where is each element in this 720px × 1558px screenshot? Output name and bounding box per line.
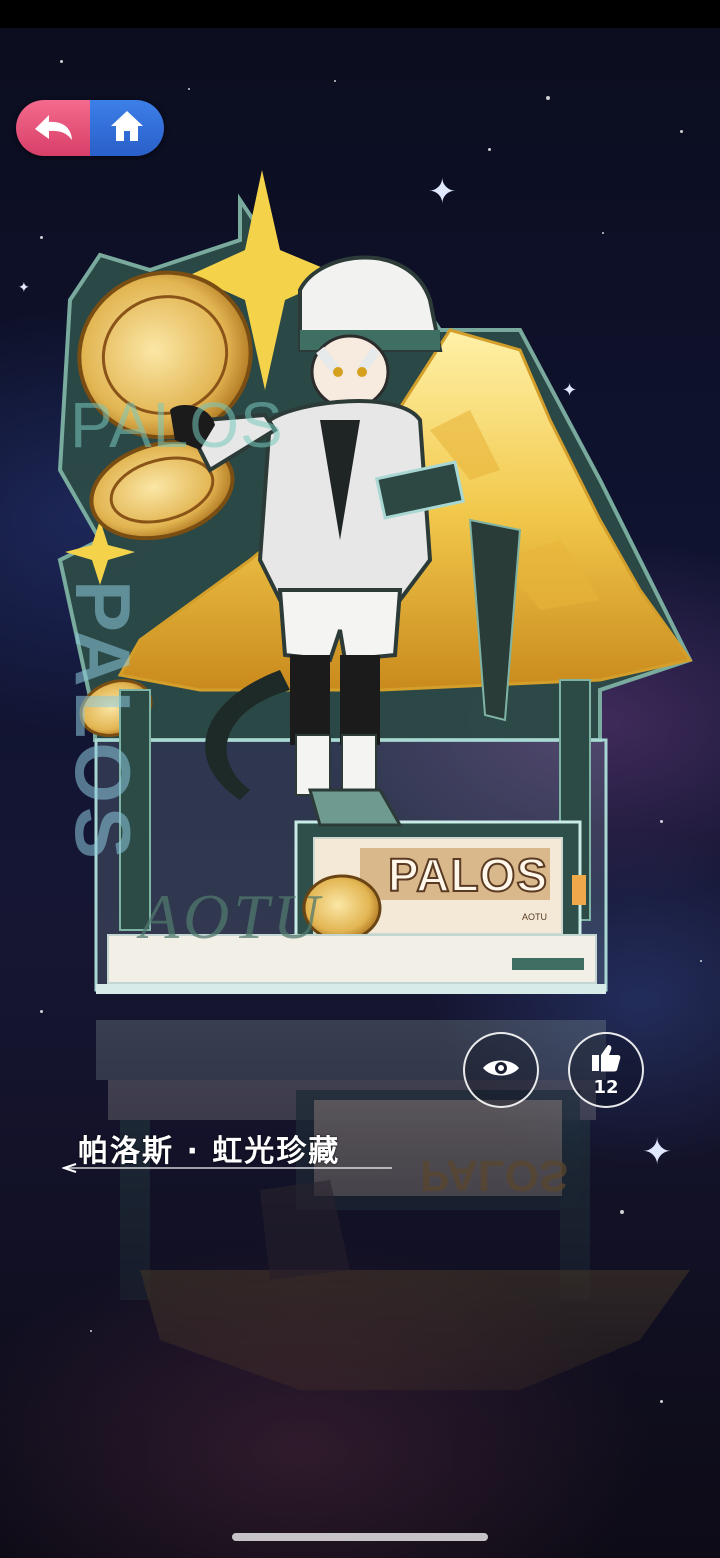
nameplate-text: PALOS: [387, 848, 549, 902]
back-button[interactable]: [16, 100, 90, 156]
app-screen: ✦ ✦ ✦ ✦ PALOS PALOS AOTU PALOS AOTU PALO…: [0, 0, 720, 1558]
home-icon: [109, 109, 145, 147]
like-count: 12: [593, 1077, 619, 1098]
view-button[interactable]: [463, 1032, 539, 1108]
item-title-block: 帕洛斯 · 虹光珍藏: [62, 1122, 402, 1173]
title-underline: [62, 1163, 392, 1173]
brand-vertical-text: PALOS: [59, 580, 147, 863]
nameplate-subtext: AOTU: [522, 912, 548, 922]
eye-icon: [481, 1056, 521, 1084]
brand-faint-text: PALOS: [70, 389, 284, 461]
reflection-nameplate-text: PALOS: [420, 1151, 569, 1200]
thumbs-up-icon: [590, 1043, 622, 1077]
signature-text: AOTU: [140, 881, 324, 952]
like-button[interactable]: 12: [568, 1032, 644, 1108]
home-indicator[interactable]: [232, 1533, 488, 1541]
back-arrow-icon: [31, 109, 75, 147]
nav-button-group: [16, 100, 164, 156]
status-bar: [0, 0, 720, 28]
home-button[interactable]: [90, 100, 164, 156]
